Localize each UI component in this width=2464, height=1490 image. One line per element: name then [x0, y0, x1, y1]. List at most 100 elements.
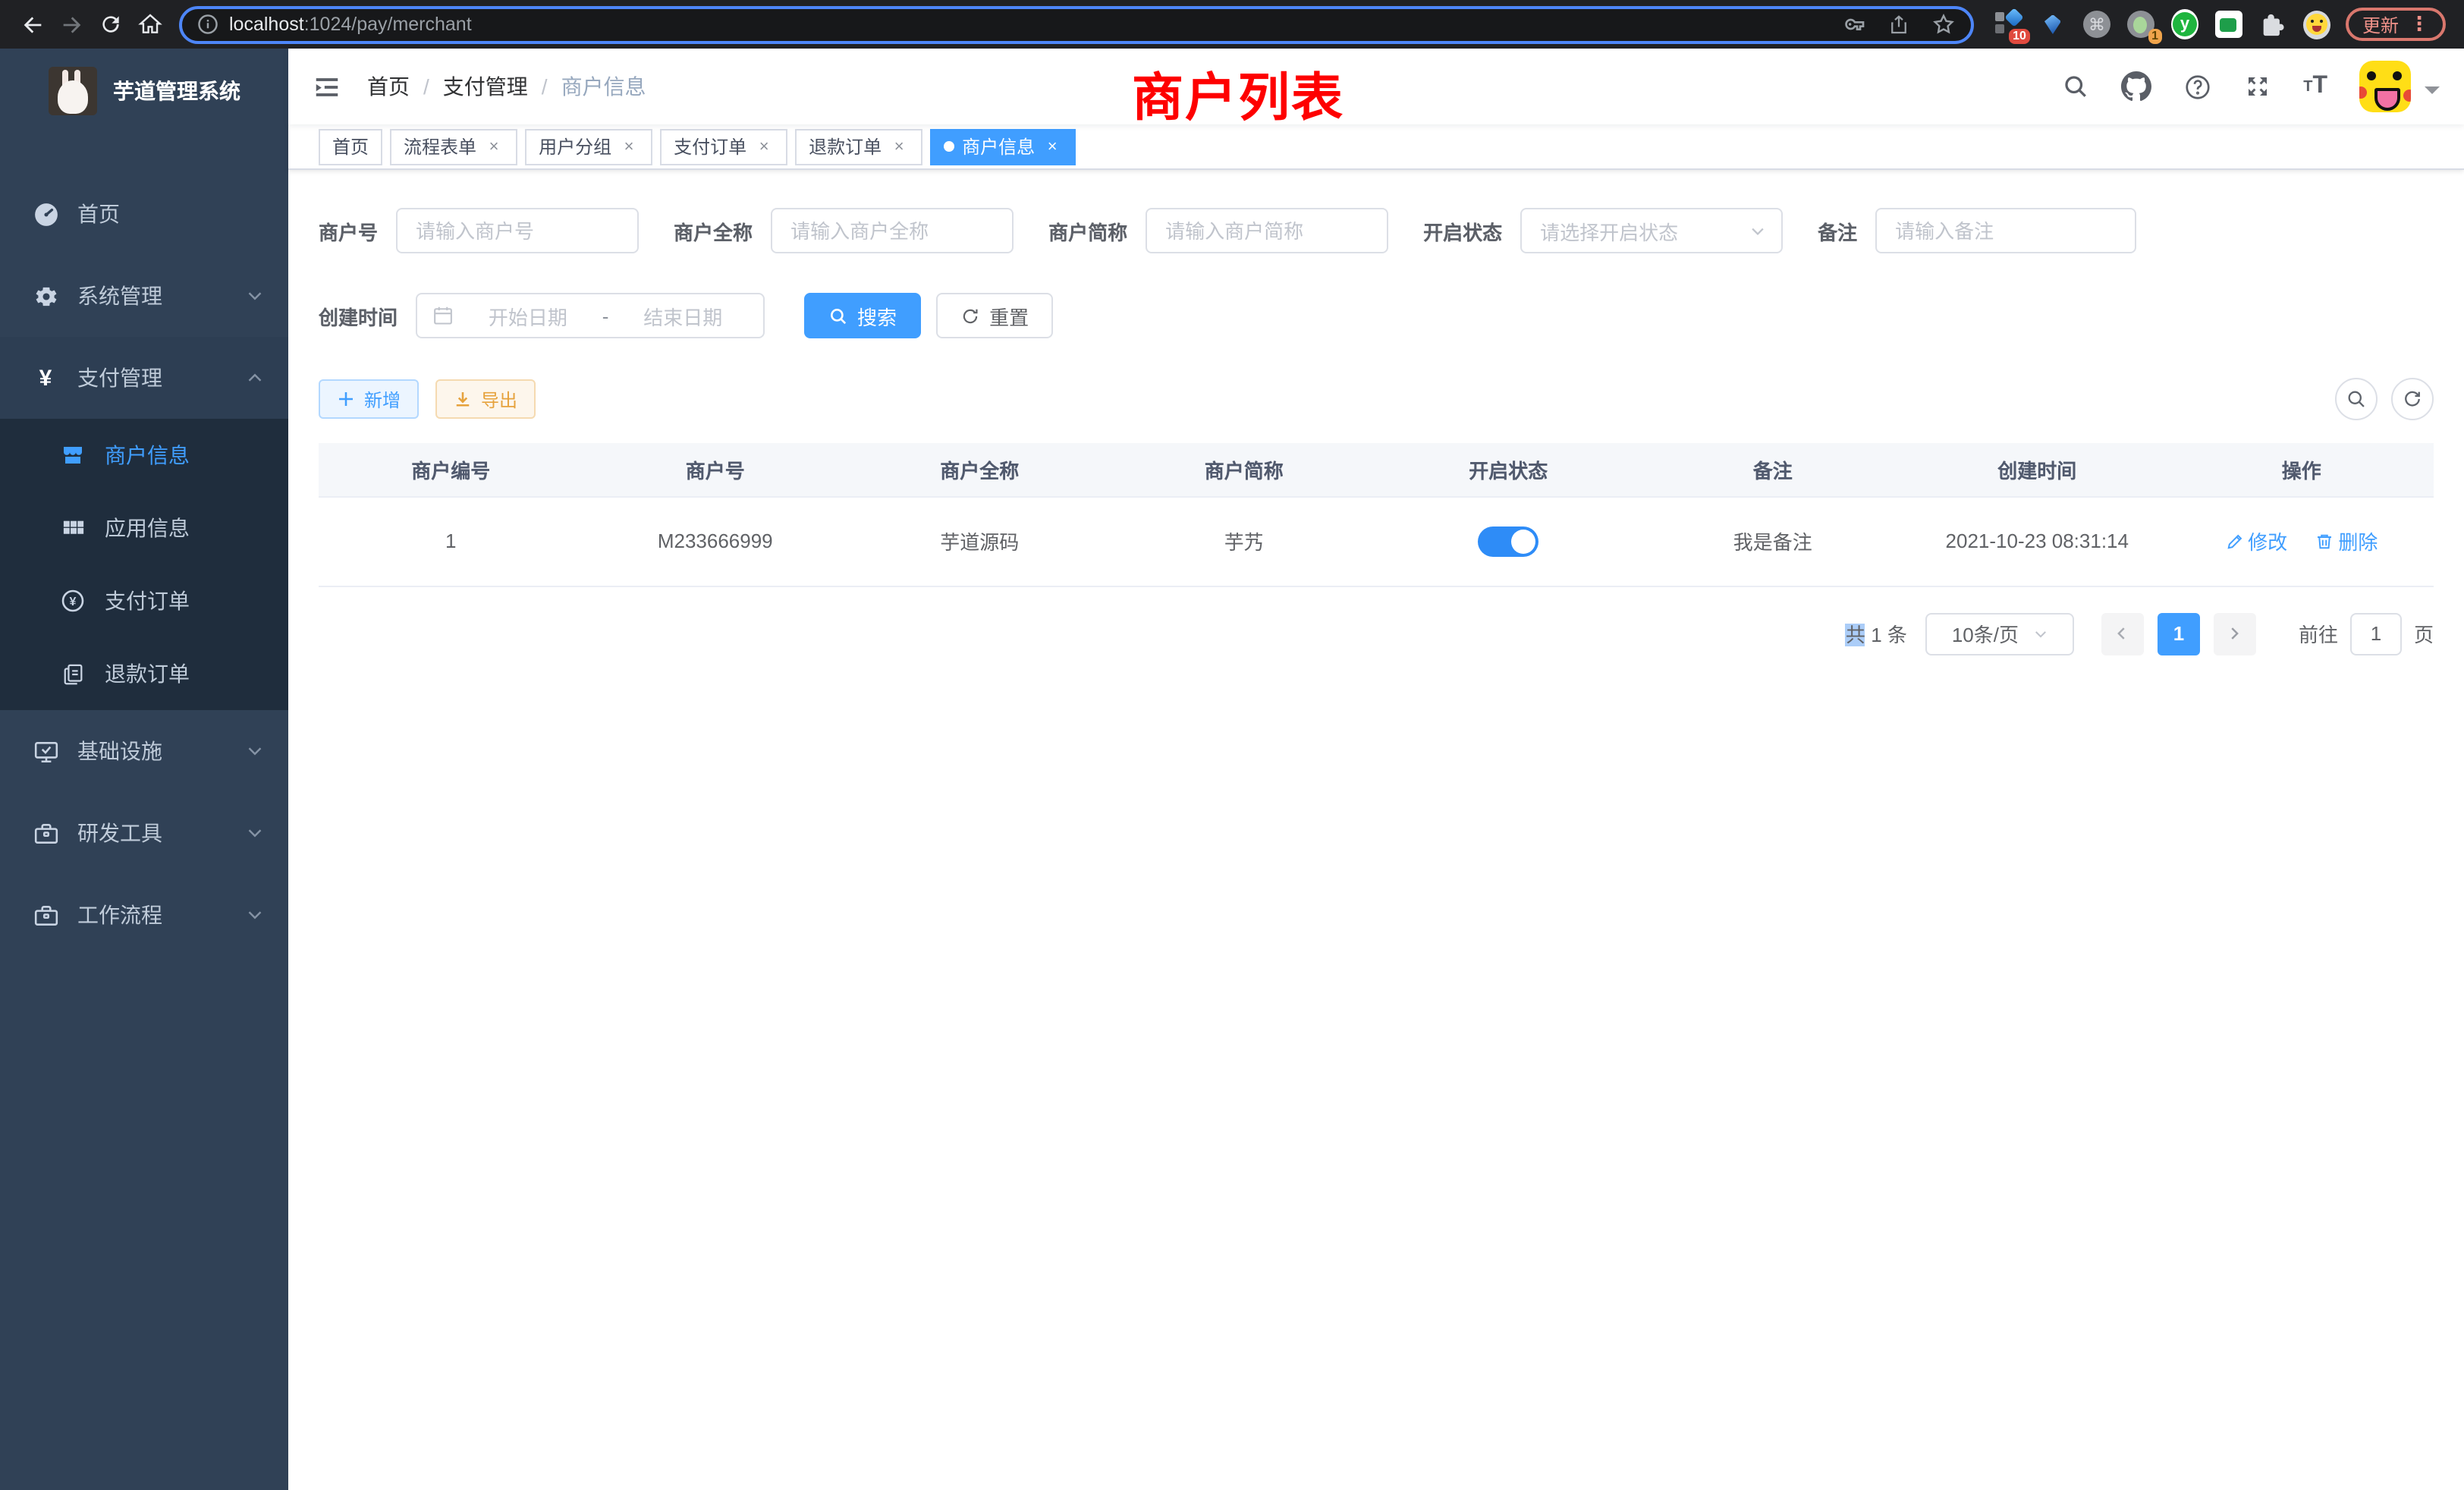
- tab-home[interactable]: 首页: [319, 128, 382, 165]
- briefcase-icon: [32, 901, 59, 929]
- tab-user-group[interactable]: 用户分组×: [525, 128, 652, 165]
- cell-short-name: 芋艿: [1112, 496, 1377, 586]
- github-icon[interactable]: [2121, 71, 2151, 102]
- prev-page-button[interactable]: [2101, 612, 2144, 655]
- status-toggle[interactable]: [1478, 526, 1538, 556]
- col-short-name: 商户简称: [1112, 443, 1377, 496]
- chevron-down-icon: [2032, 626, 2048, 641]
- toolbox-icon: [32, 819, 59, 847]
- sidebar-item-home[interactable]: 首页: [0, 173, 288, 255]
- site-info-icon[interactable]: [197, 14, 218, 35]
- sidebar-item-payment[interactable]: ¥ 支付管理: [0, 337, 288, 419]
- sidebar-item-app-info[interactable]: 应用信息: [0, 492, 288, 564]
- pagination: 共 1 条 10条/页 1 前往: [319, 612, 2434, 655]
- filter-status: 开启状态 请选择开启状态: [1423, 208, 1783, 253]
- sidebar-item-refund-order[interactable]: 退款订单: [0, 637, 288, 710]
- toolbar-right-actions: [2335, 378, 2434, 420]
- cell-status: [1376, 496, 1641, 586]
- status-select[interactable]: 请选择开启状态: [1520, 208, 1783, 253]
- grid-icon: [61, 516, 85, 540]
- active-dot: [944, 141, 954, 152]
- tab-process-form[interactable]: 流程表单×: [390, 128, 517, 165]
- breadcrumb-home[interactable]: 首页: [367, 71, 410, 102]
- address-bar[interactable]: localhost:1024/pay/merchant: [179, 5, 1974, 43]
- table-toolbar: 新增 导出: [319, 378, 2434, 420]
- goto-page-input[interactable]: [2350, 612, 2402, 655]
- font-size-icon[interactable]: TT: [2303, 73, 2327, 100]
- close-icon[interactable]: ×: [754, 137, 774, 156]
- delete-button[interactable]: 删除: [2315, 527, 2378, 555]
- cell-merchant-no: M233666999: [583, 496, 848, 586]
- user-avatar-menu[interactable]: [2359, 61, 2440, 112]
- main-area: 首页 / 支付管理 / 商户信息: [288, 49, 2464, 1490]
- sidebar-item-merchant-info[interactable]: 商户信息: [0, 419, 288, 492]
- svg-text:¥: ¥: [70, 596, 77, 608]
- page-unit-label: 页: [2414, 619, 2434, 648]
- next-page-button[interactable]: [2214, 612, 2256, 655]
- extension-tampermonkey-icon[interactable]: 10: [1995, 11, 2022, 38]
- edit-button[interactable]: 修改: [2225, 527, 2287, 555]
- password-key-icon[interactable]: [1842, 12, 1866, 36]
- chevron-down-icon: [246, 824, 264, 842]
- export-button[interactable]: 导出: [435, 379, 536, 419]
- navbar-actions: TT: [2062, 61, 2440, 112]
- sidebar-item-pay-order[interactable]: ¥ 支付订单: [0, 564, 288, 637]
- page-size-select[interactable]: 10条/页: [1925, 612, 2074, 655]
- sidebar-item-workflow[interactable]: 工作流程: [0, 874, 288, 956]
- extensions-puzzle-icon[interactable]: [2259, 11, 2286, 38]
- sidebar-item-dev-tools[interactable]: 研发工具: [0, 792, 288, 874]
- sidebar-item-infrastructure[interactable]: 基础设施: [0, 710, 288, 792]
- browser-forward-button[interactable]: [52, 5, 91, 44]
- chevron-down-icon: [246, 906, 264, 924]
- sidebar-item-system[interactable]: 系统管理: [0, 255, 288, 337]
- breadcrumb-current: 商户信息: [561, 71, 646, 102]
- browser-back-button[interactable]: [12, 5, 52, 44]
- close-icon[interactable]: ×: [619, 137, 639, 156]
- logo-rabbit-image: [48, 67, 96, 115]
- sidebar: 芋道管理系统 首页 系统管理: [0, 49, 288, 1490]
- browser-menu-icon[interactable]: ⋮: [2409, 12, 2429, 36]
- page-number-1[interactable]: 1: [2158, 612, 2200, 655]
- extension-gem-icon[interactable]: [2039, 11, 2066, 38]
- sidebar-logo[interactable]: 芋道管理系统: [0, 49, 288, 134]
- help-question-icon[interactable]: [2183, 72, 2212, 101]
- sidebar-collapse-icon[interactable]: [313, 72, 341, 101]
- extension-command-icon[interactable]: ⌘: [2083, 11, 2110, 38]
- add-button[interactable]: 新增: [319, 379, 419, 419]
- close-icon[interactable]: ×: [484, 137, 504, 156]
- full-name-input[interactable]: [771, 208, 1014, 253]
- close-icon[interactable]: ×: [889, 137, 909, 156]
- fullscreen-icon[interactable]: [2244, 73, 2271, 100]
- tab-refund-order[interactable]: 退款订单×: [795, 128, 922, 165]
- table-header-row: 商户编号 商户号 商户全称 商户简称 开启状态 备注 创建时间 操作: [319, 443, 2434, 496]
- browser-profile-avatar[interactable]: [2303, 11, 2330, 38]
- remark-input[interactable]: [1875, 208, 2136, 253]
- browser-reload-button[interactable]: [91, 5, 130, 44]
- browser-home-button[interactable]: [130, 5, 170, 44]
- merchant-no-input[interactable]: [396, 208, 639, 253]
- header-search-icon[interactable]: [2062, 73, 2089, 100]
- browser-update-button[interactable]: 更新 ⋮: [2346, 8, 2446, 41]
- search-button[interactable]: 搜索: [804, 293, 921, 338]
- tab-merchant-info[interactable]: 商户信息×: [930, 128, 1076, 165]
- monitor-check-icon: [32, 737, 59, 765]
- short-name-input[interactable]: [1146, 208, 1388, 253]
- close-icon[interactable]: ×: [1042, 137, 1062, 156]
- share-icon[interactable]: [1887, 13, 1910, 36]
- extension-profile-badge-icon[interactable]: 1: [2127, 11, 2154, 38]
- app-title: 芋道管理系统: [113, 76, 240, 106]
- extension-chat-icon[interactable]: [2215, 11, 2242, 38]
- extension-y-icon[interactable]: y: [2171, 11, 2198, 38]
- refresh-button[interactable]: [2391, 378, 2434, 420]
- url-text: localhost:1024/pay/merchant: [229, 14, 472, 35]
- filter-merchant-no: 商户号: [319, 208, 639, 253]
- tab-pay-order[interactable]: 支付订单×: [660, 128, 787, 165]
- bookmark-star-icon[interactable]: [1931, 12, 1956, 36]
- date-start-placeholder: 开始日期: [463, 301, 593, 330]
- yen-circle-icon: ¥: [61, 589, 85, 613]
- reset-button[interactable]: 重置: [936, 293, 1053, 338]
- col-merchant-no: 商户号: [583, 443, 848, 496]
- toggle-search-button[interactable]: [2335, 378, 2378, 420]
- breadcrumb-payment[interactable]: 支付管理: [443, 71, 528, 102]
- create-time-range-picker[interactable]: 开始日期 - 结束日期: [416, 293, 765, 338]
